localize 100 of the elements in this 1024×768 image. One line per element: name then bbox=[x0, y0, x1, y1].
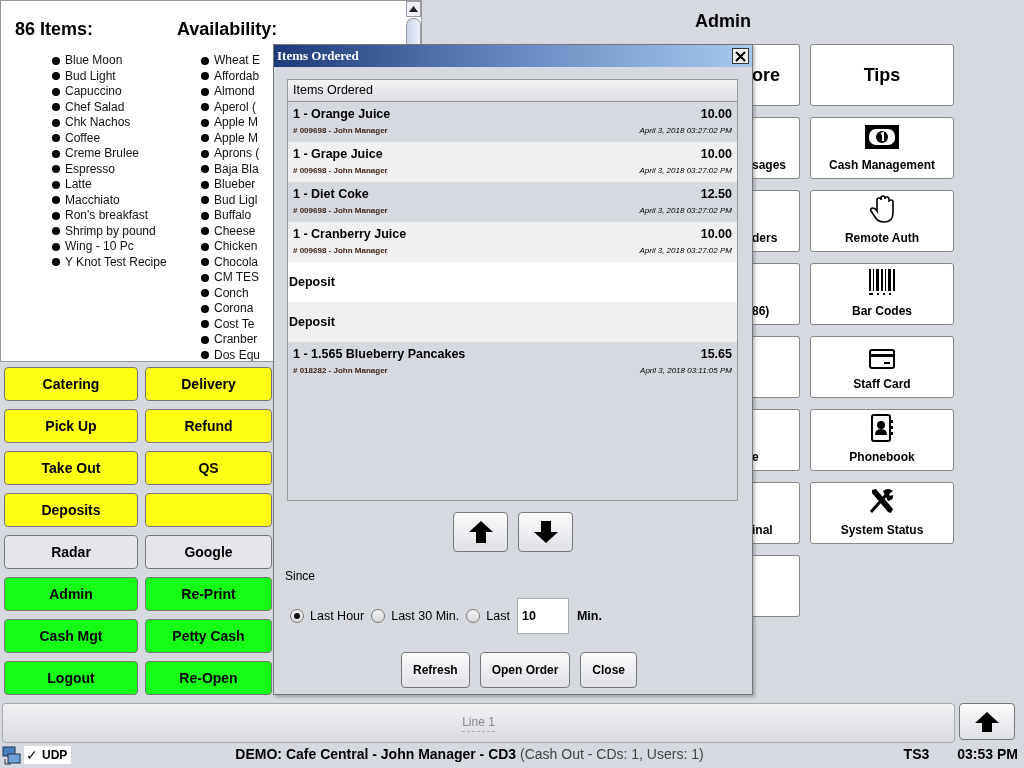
scroll-down-button[interactable] bbox=[518, 512, 573, 552]
list-item: Wheat E bbox=[214, 53, 261, 69]
bullet-icon bbox=[52, 242, 60, 251]
bullet-icon bbox=[52, 196, 60, 205]
bullet-icon bbox=[201, 103, 209, 112]
bullet-icon bbox=[201, 165, 209, 174]
function-button[interactable]: Google bbox=[145, 535, 272, 569]
order-row[interactable]: 1 - 1.565 Blueberry Pancakes 15.65 # 018282 - John Manager April 3, 2018 03:11:05 PM bbox=[288, 342, 737, 382]
order-time: April 3, 2018 03:27:02 PM bbox=[639, 125, 732, 137]
order-row[interactable]: 1 - Grape Juice 10.00 # 009698 - John Manager April 3, 2018 03:27:02 PM bbox=[288, 142, 737, 182]
list-item: Y Knot Test Recipe bbox=[65, 254, 167, 270]
list-item: Cranber bbox=[214, 332, 258, 348]
order-detail: # 009698 - John Manager bbox=[293, 245, 388, 257]
order-row[interactable]: 1 - Cranberry Juice 10.00 # 009698 - John Manager April 3, 2018 03:27:02 PM bbox=[288, 222, 737, 262]
admin-tile[interactable]: ders bbox=[752, 190, 800, 252]
function-button[interactable]: Admin bbox=[4, 577, 138, 611]
up-arrow-icon bbox=[467, 520, 494, 544]
function-button[interactable]: Petty Cash bbox=[145, 619, 272, 653]
list-item: Apple M bbox=[214, 130, 259, 146]
money-icon bbox=[864, 124, 900, 150]
up-arrow-button[interactable] bbox=[959, 703, 1015, 740]
admin-tile[interactable]: e bbox=[752, 409, 800, 471]
order-row[interactable]: 1 - Diet Coke 12.50 # 009698 - John Manager April 3, 2018 03:27:02 PM bbox=[288, 182, 737, 222]
bullet-icon bbox=[201, 118, 209, 127]
list-item: Affordab bbox=[214, 68, 260, 84]
radio-option[interactable]: Last bbox=[466, 606, 510, 626]
scrollbar[interactable] bbox=[406, 1, 421, 45]
admin-tile[interactable]: 86) bbox=[752, 263, 800, 325]
bullet-icon bbox=[52, 165, 60, 174]
bullet-icon bbox=[201, 196, 209, 205]
dialog-button[interactable]: Refresh bbox=[400, 652, 470, 688]
list-item: Wing - 10 Pc bbox=[65, 239, 134, 255]
bullet-icon bbox=[201, 351, 209, 360]
item-name: 1 - Orange Juice bbox=[293, 107, 391, 122]
list-item: Blueber bbox=[214, 177, 256, 193]
admin-tile[interactable]: inal bbox=[752, 482, 800, 544]
bullet-icon bbox=[52, 149, 60, 158]
dialog-button[interactable]: Close bbox=[580, 652, 638, 688]
bullet-icon bbox=[201, 320, 209, 329]
function-button[interactable]: Cash Mgt bbox=[4, 619, 138, 653]
admin-tile[interactable]: sages bbox=[752, 117, 800, 179]
list-item: Espresso bbox=[65, 161, 116, 177]
item-name: 1 - Diet Coke bbox=[293, 187, 369, 202]
bullet-icon bbox=[201, 72, 209, 81]
bullet-icon bbox=[52, 118, 60, 127]
order-detail: # 018282 - John Manager bbox=[293, 365, 388, 377]
list-item: CM TES bbox=[214, 270, 260, 286]
item-name: 1 - Grape Juice bbox=[293, 147, 383, 162]
bullet-icon bbox=[201, 258, 209, 267]
list-item: Bud Light bbox=[65, 68, 116, 84]
protocol-label: UDP bbox=[40, 745, 72, 764]
radio-option[interactable]: Last 30 Min. bbox=[371, 606, 460, 626]
list-item: Cheese bbox=[214, 223, 256, 239]
item-price: 10.00 bbox=[700, 227, 732, 242]
function-button[interactable]: Re-Print bbox=[145, 577, 272, 611]
admin-tile[interactable] bbox=[752, 336, 800, 398]
minutes-field[interactable]: 10 bbox=[516, 598, 569, 634]
list-item: Macchiato bbox=[65, 192, 120, 208]
bullet-icon bbox=[52, 72, 60, 81]
deposit-row[interactable]: Deposit bbox=[288, 302, 737, 342]
deposit-row[interactable]: Deposit bbox=[288, 262, 737, 302]
bullet-icon bbox=[201, 211, 209, 220]
function-button[interactable]: Pick Up bbox=[4, 409, 138, 443]
admin-tile[interactable]: Staff Card bbox=[810, 336, 954, 398]
admin-tile[interactable]: Cash Management bbox=[810, 117, 954, 179]
function-button[interactable]: Refund bbox=[145, 409, 272, 443]
since-label: Since bbox=[285, 568, 317, 585]
function-button[interactable]: Take Out bbox=[4, 451, 138, 485]
bullet-icon bbox=[52, 211, 60, 220]
admin-tile[interactable]: System Status bbox=[810, 482, 954, 544]
admin-tile[interactable]: Bar Codes bbox=[810, 263, 954, 325]
order-row[interactable]: 1 - Orange Juice 10.00 # 009698 - John Manager April 3, 2018 03:27:02 PM bbox=[288, 102, 737, 142]
item-name: 1 - 1.565 Blueberry Pancakes bbox=[293, 347, 466, 362]
admin-tile[interactable] bbox=[752, 555, 800, 617]
function-button[interactable]: Delivery bbox=[145, 367, 272, 401]
admin-tile[interactable]: ore bbox=[752, 44, 800, 106]
function-button[interactable]: Deposits bbox=[4, 493, 138, 527]
order-time: April 3, 2018 03:27:02 PM bbox=[639, 245, 732, 257]
radio-option[interactable]: Last Hour bbox=[290, 606, 365, 626]
function-button[interactable]: Re-Open bbox=[145, 661, 272, 695]
admin-tile[interactable]: Phonebook bbox=[810, 409, 954, 471]
session-info: DEMO: Cafe Central - John Manager - CD3 (Cash Out - CDs: 1, Users: 1) bbox=[235, 745, 704, 764]
bullet-icon bbox=[201, 242, 209, 251]
scroll-up-button[interactable] bbox=[453, 512, 508, 552]
bullet-icon bbox=[201, 227, 209, 236]
list-item: Chocola bbox=[214, 254, 259, 270]
function-button[interactable]: QS bbox=[145, 451, 272, 485]
dialog-button[interactable]: Open Order bbox=[479, 652, 571, 688]
function-button[interactable] bbox=[145, 493, 272, 527]
function-button[interactable]: Radar bbox=[4, 535, 138, 569]
admin-tile[interactable]: Remote Auth bbox=[810, 190, 954, 252]
list-item: Almond bbox=[214, 84, 255, 100]
admin-tile[interactable]: Tips bbox=[810, 44, 954, 106]
list-item: Aprons ( bbox=[214, 146, 260, 162]
function-button[interactable]: Logout bbox=[4, 661, 138, 695]
function-button[interactable]: Catering bbox=[4, 367, 138, 401]
list-item: Corona bbox=[214, 301, 254, 317]
close-button[interactable] bbox=[732, 48, 749, 64]
list-item: Chk Nachos bbox=[65, 115, 131, 131]
list-item: Aperol ( bbox=[214, 99, 257, 115]
